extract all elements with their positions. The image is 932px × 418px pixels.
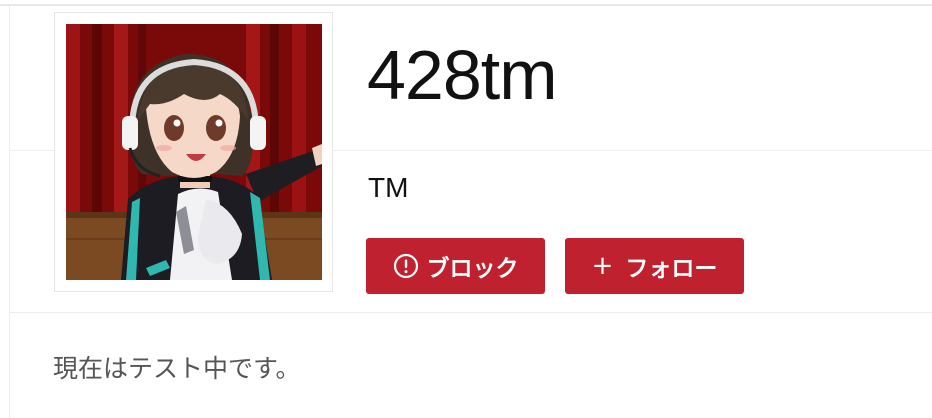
profile-bio: 現在はテスト中です。 [53, 354, 301, 383]
block-button-label: ブロック [426, 256, 519, 282]
bio-divider [9, 312, 932, 313]
follow-button[interactable]: + フォロー [565, 238, 744, 294]
left-divider [9, 6, 10, 418]
profile-display-name: TM [368, 172, 409, 203]
top-divider [0, 4, 932, 6]
follow-button-label: フォロー [625, 256, 718, 282]
block-button[interactable]: ブロック [366, 238, 545, 294]
profile-username: 428tm [367, 36, 558, 114]
alert-circle-icon [393, 253, 419, 279]
avatar-image [66, 24, 322, 280]
profile-page: 428tm TM ブロック + フォロー 現在はテスト中です。 [0, 0, 932, 418]
avatar[interactable] [66, 24, 322, 280]
avatar-frame [54, 12, 333, 292]
plus-icon: + [591, 251, 614, 281]
